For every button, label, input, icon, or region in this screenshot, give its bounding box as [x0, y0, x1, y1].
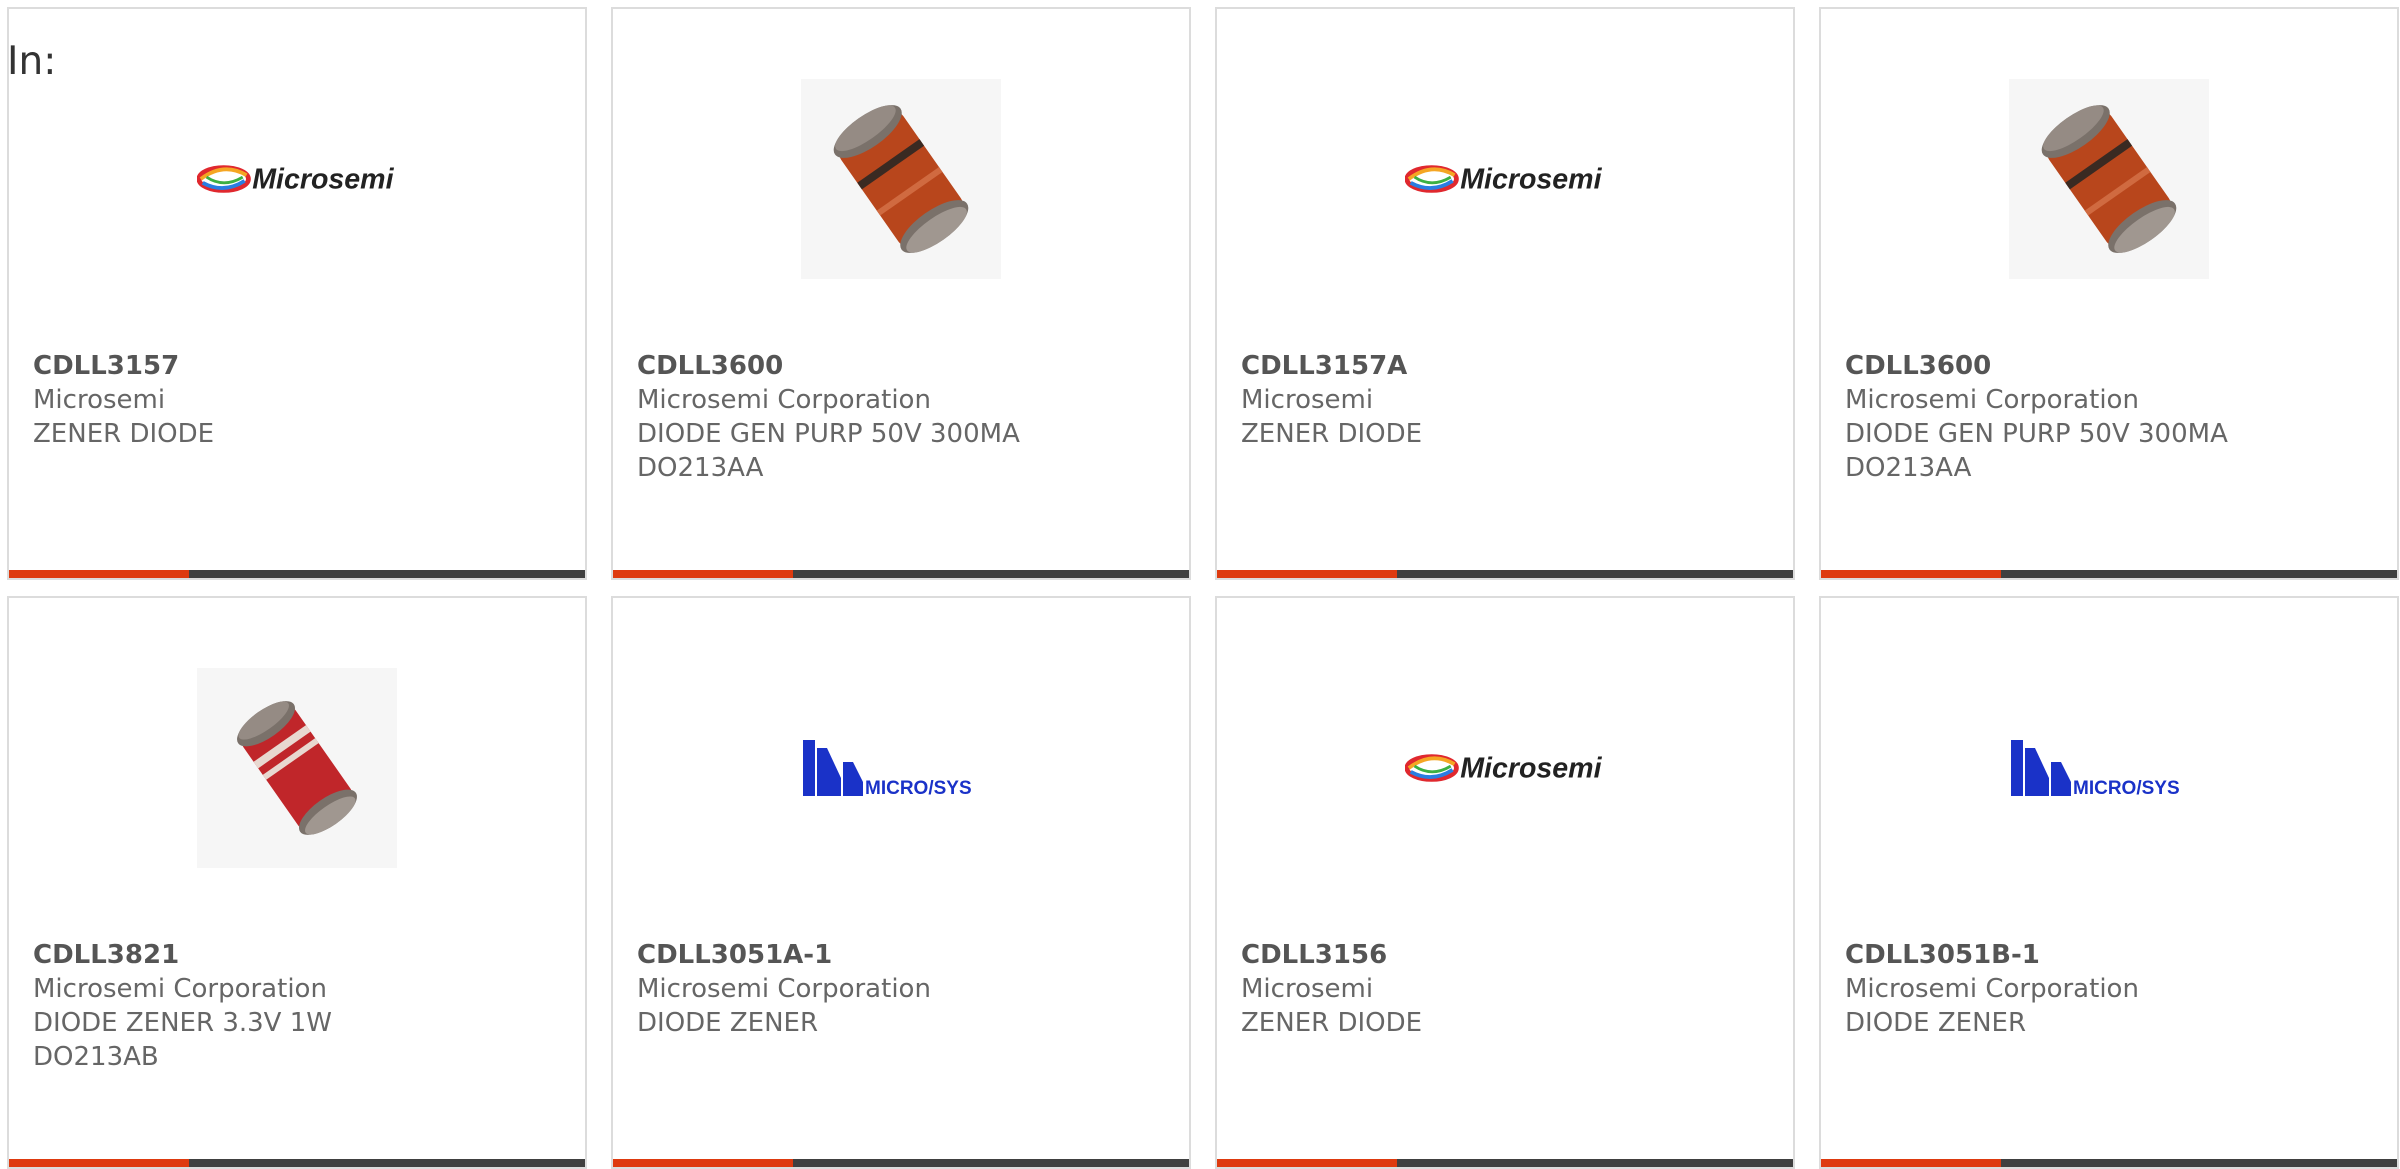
description: DIODE ZENER: [1845, 1008, 2027, 1038]
manufacturer: Microsemi: [1241, 974, 1374, 1004]
microsemi-logo: Microsemi: [197, 79, 397, 279]
description: DIODE ZENER 3.3V 1W DO213AB: [33, 1008, 332, 1072]
in-label: In:: [7, 39, 57, 84]
part-number: CDLL3157: [33, 351, 180, 381]
product-info: CDLL3157A Microsemi ZENER DIODE: [1241, 349, 1773, 451]
product-info: CDLL3600 Microsemi Corporation DIODE GEN…: [1845, 349, 2377, 485]
product-card[interactable]: Microsemi CDLL3156 Microsemi ZENER DIODE: [1215, 596, 1795, 1169]
description: ZENER DIODE: [1241, 419, 1423, 449]
manufacturer: Microsemi Corporation: [1845, 385, 2139, 415]
part-number: CDLL3600: [1845, 351, 1992, 381]
card-accent-bar: [1217, 570, 1793, 578]
microsemi-logo-text: Microsemi: [252, 164, 394, 196]
card-accent-bar: [9, 570, 585, 578]
card-accent-bar: [1217, 1159, 1793, 1167]
microsys-logo-text: MICRO/SYS: [2073, 778, 2180, 798]
diode-photo: [2009, 79, 2209, 279]
part-number: CDLL3821: [33, 940, 180, 970]
card-accent-bar: [9, 1159, 585, 1167]
product-card[interactable]: CDLL3600 Microsemi Corporation DIODE GEN…: [611, 7, 1191, 580]
manufacturer: Microsemi Corporation: [637, 385, 931, 415]
manufacturer: Microsemi Corporation: [637, 974, 931, 1004]
description: ZENER DIODE: [1241, 1008, 1423, 1038]
manufacturer: Microsemi: [1241, 385, 1374, 415]
part-number: CDLL3156: [1241, 940, 1388, 970]
manufacturer: Microsemi: [33, 385, 166, 415]
part-number: CDLL3051B-1: [1845, 940, 2040, 970]
card-accent-bar: [613, 1159, 1189, 1167]
product-card[interactable]: MICRO/SYS CDLL3051B-1 Microsemi Corporat…: [1819, 596, 2399, 1169]
diode-photo: [197, 668, 397, 868]
card-accent-bar: [1821, 1159, 2397, 1167]
description: ZENER DIODE: [33, 419, 215, 449]
product-card[interactable]: MICRO/SYS CDLL3051A-1 Microsemi Corporat…: [611, 596, 1191, 1169]
product-card[interactable]: Microsemi CDLL3157A Microsemi ZENER DIOD…: [1215, 7, 1795, 580]
description: DIODE GEN PURP 50V 300MA DO213AA: [1845, 419, 2228, 483]
product-info: CDLL3821 Microsemi Corporation DIODE ZEN…: [33, 938, 565, 1074]
product-card[interactable]: CDLL3821 Microsemi Corporation DIODE ZEN…: [7, 596, 587, 1169]
product-info: CDLL3051A-1 Microsemi Corporation DIODE …: [637, 938, 1169, 1040]
diode-photo: [801, 79, 1001, 279]
product-info: CDLL3156 Microsemi ZENER DIODE: [1241, 938, 1773, 1040]
product-info: CDLL3051B-1 Microsemi Corporation DIODE …: [1845, 938, 2377, 1040]
part-number: CDLL3157A: [1241, 351, 1408, 381]
manufacturer: Microsemi Corporation: [33, 974, 327, 1004]
product-card[interactable]: Microsemi CDLL3157 Microsemi ZENER DIODE: [7, 7, 587, 580]
part-number: CDLL3051A-1: [637, 940, 833, 970]
part-number: CDLL3600: [637, 351, 784, 381]
microsemi-logo-text: Microsemi: [1460, 753, 1602, 785]
microsemi-logo: Microsemi: [1405, 668, 1605, 868]
microsemi-logo: Microsemi: [1405, 79, 1605, 279]
description: DIODE ZENER: [637, 1008, 819, 1038]
product-info: CDLL3157 Microsemi ZENER DIODE: [33, 349, 565, 451]
microsemi-logo-text: Microsemi: [1460, 164, 1602, 196]
product-grid: Microsemi CDLL3157 Microsemi ZENER DIODE: [7, 7, 2399, 1169]
card-accent-bar: [613, 570, 1189, 578]
card-accent-bar: [1821, 570, 2397, 578]
microsys-logo: MICRO/SYS: [801, 668, 1001, 868]
microsys-logo: MICRO/SYS: [2009, 668, 2209, 868]
product-card[interactable]: CDLL3600 Microsemi Corporation DIODE GEN…: [1819, 7, 2399, 580]
microsys-logo-text: MICRO/SYS: [865, 778, 972, 798]
product-info: CDLL3600 Microsemi Corporation DIODE GEN…: [637, 349, 1169, 485]
description: DIODE GEN PURP 50V 300MA DO213AA: [637, 419, 1020, 483]
manufacturer: Microsemi Corporation: [1845, 974, 2139, 1004]
